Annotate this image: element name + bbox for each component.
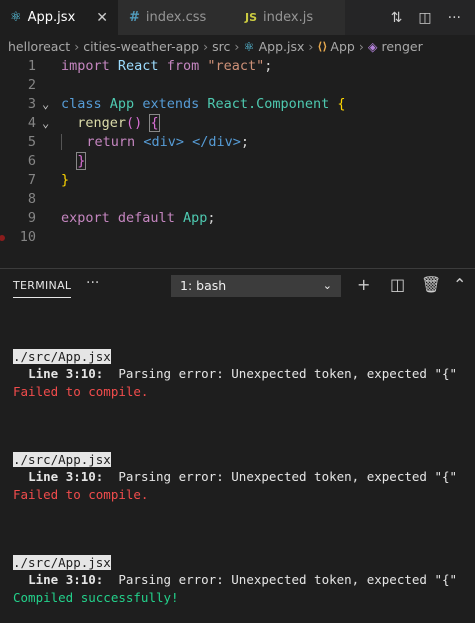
terminal-block: ./src/App.jsx Line 3:10: Parsing error: … — [13, 554, 473, 606]
breadcrumb: helloreact › cities-weather-app › src › … — [0, 35, 475, 57]
breadcrumb-item[interactable]: helloreact — [8, 39, 70, 54]
trash-icon[interactable]: 🗑 — [421, 277, 441, 293]
line-number: 3 — [27, 96, 36, 112]
line-number: 6 — [27, 153, 36, 169]
error-location: Line 3:10: — [28, 366, 104, 382]
more-actions-icon[interactable]: ··· — [448, 10, 461, 26]
class-symbol-icon: ⟨⟩ — [317, 39, 328, 53]
css-file-icon: # — [129, 10, 140, 25]
close-icon[interactable]: ✕ — [96, 10, 108, 26]
method-symbol-icon: ◈ — [367, 38, 378, 54]
code-text: return <div> </div>; — [61, 133, 249, 152]
code-line: 8 — [0, 190, 475, 209]
chevron-right-icon: › — [203, 38, 209, 54]
code-line: 7 } — [0, 171, 475, 190]
status-message: Compiled successfully! — [13, 589, 179, 605]
terminal-select[interactable]: 1: bash ⌄ — [171, 275, 341, 297]
error-message: Parsing error: Unexpected token, expecte… — [103, 469, 458, 485]
code-line: 10 — [0, 228, 475, 247]
chevron-right-icon: › — [234, 38, 240, 54]
line-number: 2 — [27, 77, 36, 93]
breadcrumb-item[interactable]: App — [330, 39, 354, 54]
editor-tab-bar: ⚛ App.jsx ✕ # index.css JS index.js ⇅ ◫ … — [0, 0, 475, 35]
terminal-output[interactable]: ./src/App.jsx Line 3:10: Parsing error: … — [13, 331, 473, 623]
code-text: class App extends React.Component { — [61, 96, 346, 112]
tab-label: App.jsx — [27, 10, 76, 25]
error-location: Line 3:10: — [28, 572, 104, 588]
error-location: Line 3:10: — [28, 469, 104, 485]
editor-actions: ⇅ ◫ ··· — [391, 0, 475, 35]
code-text: import React from "react"; — [61, 58, 273, 74]
code-line: 4 ⌄ renger() { — [0, 114, 475, 133]
fold-chevron-icon[interactable]: ⌄ — [42, 95, 49, 114]
error-file-path: ./src/App.jsx — [13, 452, 111, 468]
breadcrumb-item[interactable]: src — [212, 39, 230, 54]
plus-icon[interactable]: + — [357, 277, 370, 293]
terminal-select-value: 1: bash — [180, 278, 227, 293]
tab-terminal[interactable]: TERMINAL — [13, 279, 72, 298]
breadcrumb-item[interactable]: App.jsx — [259, 39, 305, 54]
breadcrumb-item[interactable]: renger — [381, 39, 422, 54]
line-number: 4 — [27, 115, 36, 131]
code-text: export default App; — [61, 210, 216, 226]
chevron-up-icon[interactable]: ⌃ — [453, 277, 466, 293]
tab-index-js[interactable]: JS index.js — [233, 0, 345, 35]
code-line: 9 export default App; — [0, 209, 475, 228]
breadcrumb-item[interactable]: cities-weather-app — [83, 39, 199, 54]
line-number: 7 — [27, 172, 36, 188]
line-number: 10 — [19, 229, 36, 245]
error-message: Parsing error: Unexpected token, expecte… — [103, 366, 458, 382]
chevron-right-icon: › — [74, 38, 80, 54]
react-file-icon: ⚛ — [10, 10, 22, 25]
terminal-block: ./src/App.jsx Line 3:10: Parsing error: … — [13, 348, 473, 400]
tab-app-jsx[interactable]: ⚛ App.jsx ✕ — [0, 0, 118, 35]
chevron-right-icon: › — [308, 38, 314, 54]
fold-chevron-icon[interactable]: ⌄ — [42, 114, 49, 133]
code-line: 6 } — [0, 152, 475, 171]
panel-header: TERMINAL ··· 1: bash ⌄ + ◫ 🗑 ⌃ — [0, 269, 475, 305]
code-text: } — [61, 172, 70, 188]
split-editor-icon[interactable]: ◫ — [418, 10, 431, 26]
code-line: 2 — [0, 76, 475, 95]
react-file-icon: ⚛ — [243, 38, 255, 54]
line-number: 5 — [27, 134, 36, 150]
status-message: Failed to compile. — [13, 486, 149, 502]
error-message: Parsing error: Unexpected token, expecte… — [103, 572, 458, 588]
error-file-path: ./src/App.jsx — [13, 349, 111, 365]
split-terminal-icon[interactable]: ◫ — [390, 277, 405, 293]
tab-label: index.js — [263, 10, 314, 25]
code-line: 5 return <div> </div>; — [0, 133, 475, 152]
line-number: 9 — [27, 210, 36, 226]
error-file-path: ./src/App.jsx — [13, 555, 111, 571]
code-text: renger() { — [77, 114, 160, 132]
code-text: } — [76, 152, 87, 170]
tab-index-css[interactable]: # index.css — [118, 0, 233, 35]
line-number: 1 — [27, 58, 36, 74]
js-file-icon: JS — [245, 11, 258, 24]
chevron-right-icon: › — [358, 38, 364, 54]
line-number: 8 — [27, 191, 36, 207]
code-line: 3 ⌄ class App extends React.Component { — [0, 95, 475, 114]
code-editor[interactable]: 1 import React from "react"; 2 3 ⌄ class… — [0, 57, 475, 257]
status-message: Failed to compile. — [13, 383, 149, 399]
code-line: 1 import React from "react"; — [0, 57, 475, 76]
more-icon[interactable]: ··· — [86, 275, 99, 291]
compare-changes-icon[interactable]: ⇅ — [391, 10, 403, 26]
tab-label: index.css — [145, 10, 207, 25]
chevron-down-icon: ⌄ — [322, 279, 332, 292]
terminal-block: ./src/App.jsx Line 3:10: Parsing error: … — [13, 451, 473, 503]
